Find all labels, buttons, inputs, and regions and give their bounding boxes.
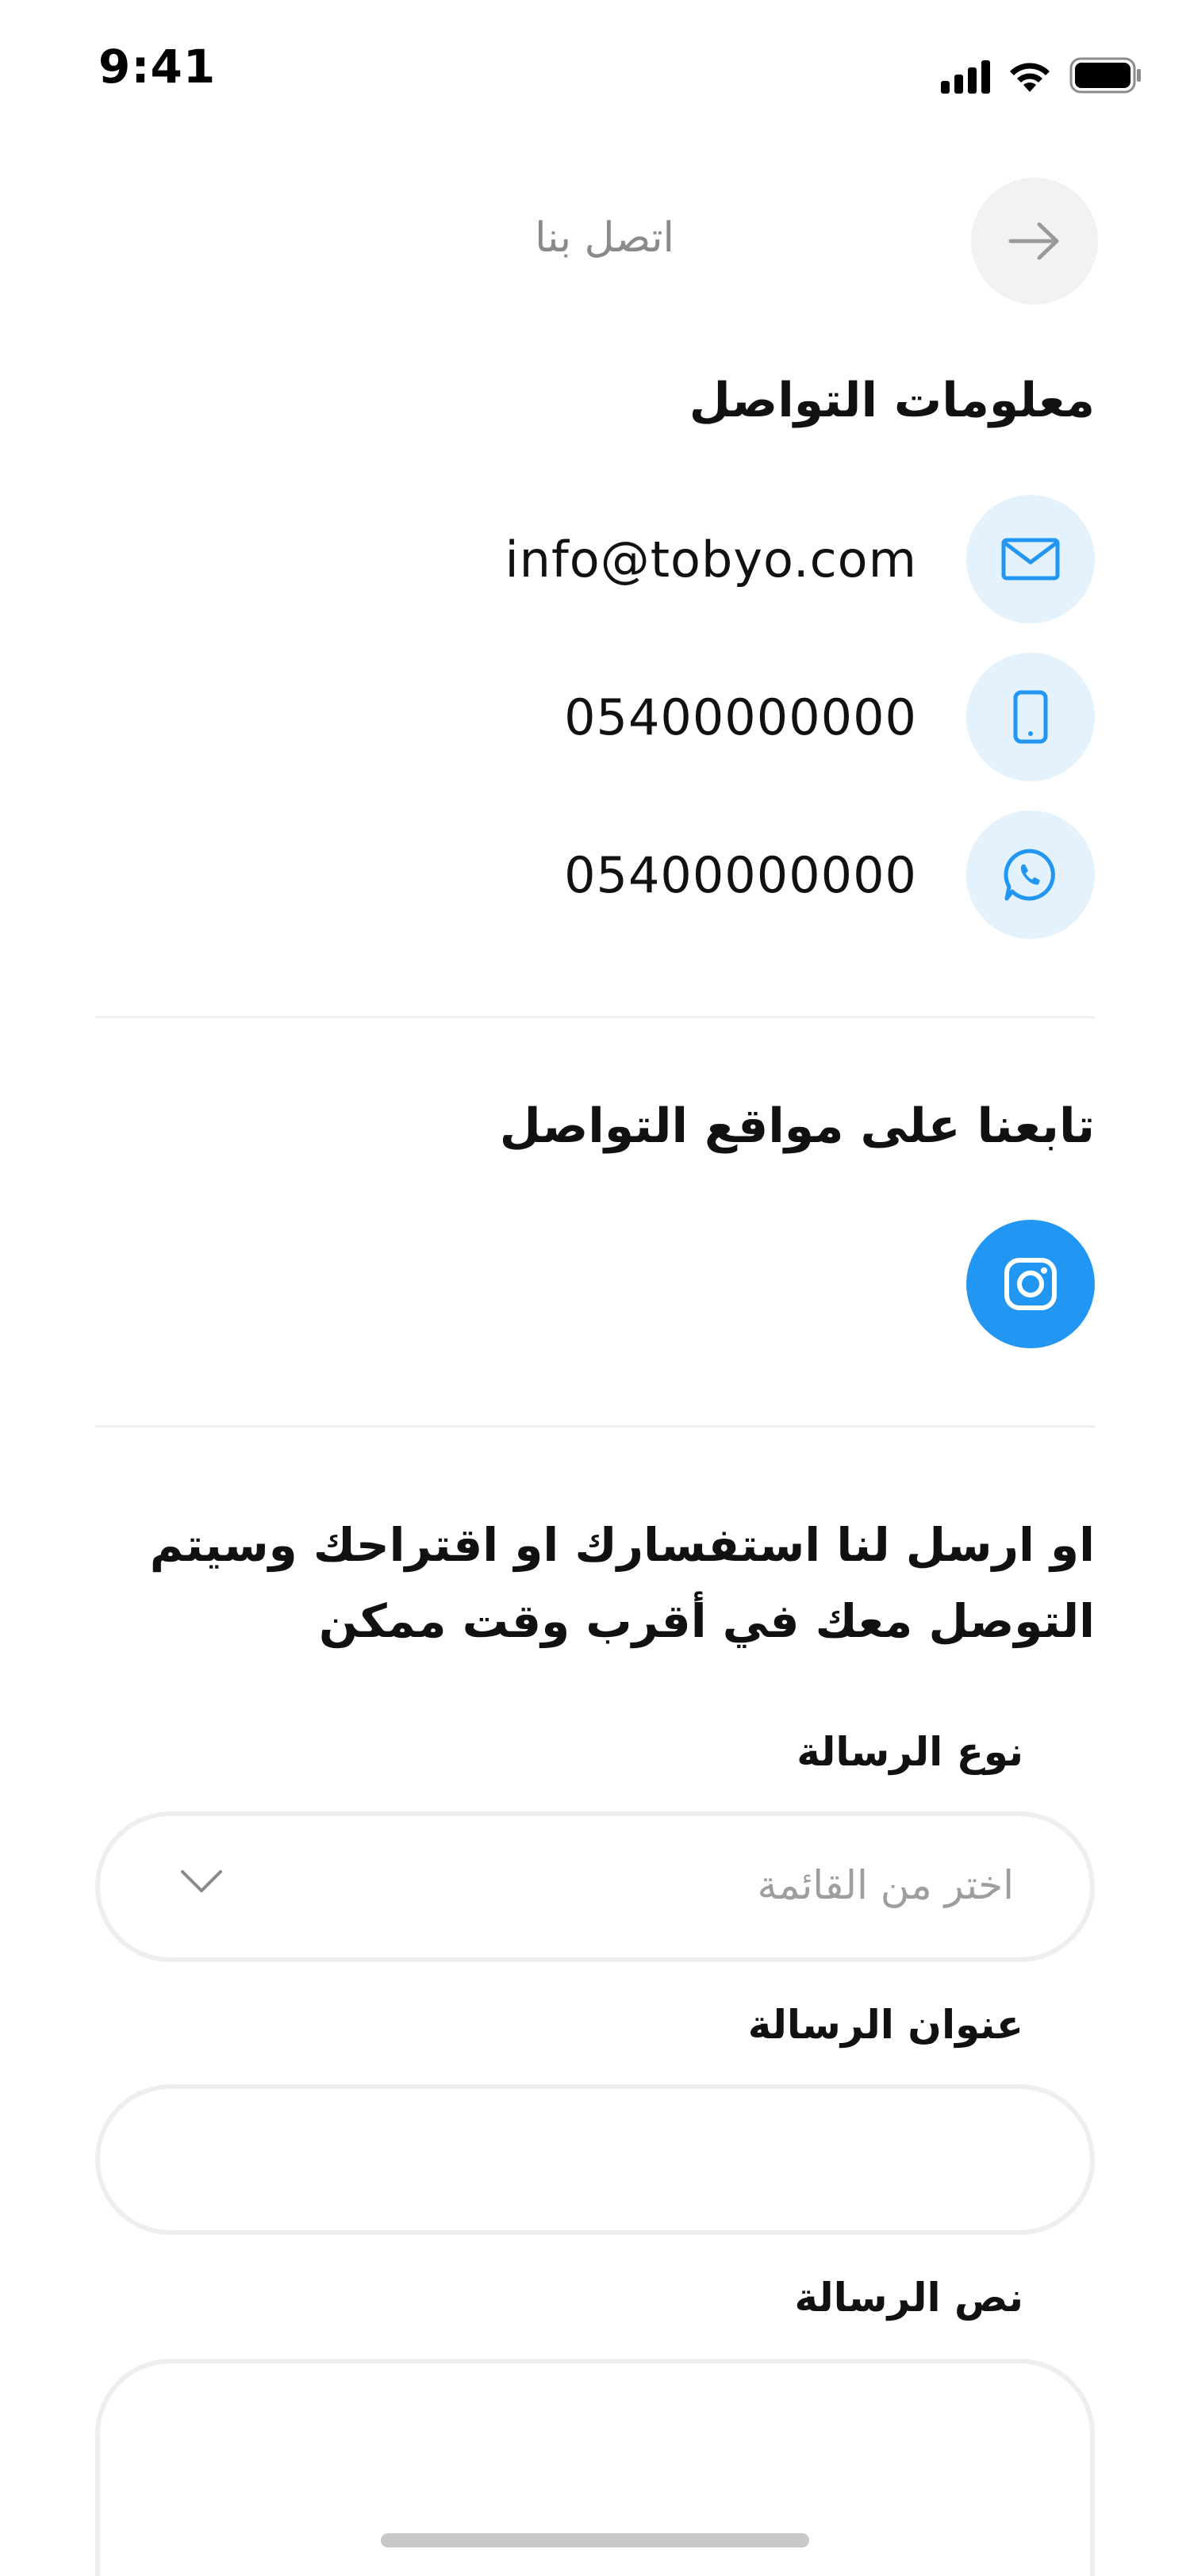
cellular-signal-icon [941, 57, 990, 94]
contact-phone-row[interactable]: 05400000000 [95, 653, 1095, 781]
instagram-icon [1004, 1258, 1057, 1310]
status-icons [941, 46, 1142, 94]
divider [95, 1016, 1095, 1018]
message-type-placeholder: اختر من القائمة [757, 1862, 1014, 1908]
message-body-label: نص الرسالة [794, 2275, 1023, 2321]
chevron-down-icon [181, 1870, 222, 1892]
social-title: تابعنا على مواقع التواصل [499, 1098, 1095, 1154]
status-bar: 9:41 [0, 0, 1190, 135]
instagram-button[interactable] [966, 1220, 1095, 1348]
contact-info-title: معلومات التواصل [689, 373, 1095, 428]
contact-whatsapp-row[interactable]: 05400000000 [95, 811, 1095, 939]
mail-icon [966, 495, 1095, 623]
contact-email: info@tobyo.com [505, 530, 917, 588]
wifi-icon [1010, 63, 1050, 92]
arrow-right-icon [1008, 222, 1059, 260]
battery-icon [1069, 57, 1141, 94]
contact-email-row[interactable]: info@tobyo.com [95, 495, 1095, 623]
phone-icon [966, 653, 1095, 781]
home-indicator [381, 2533, 809, 2547]
message-title-input[interactable] [95, 2084, 1095, 2235]
page-title: اتصل بنا [535, 214, 674, 262]
whatsapp-icon [966, 811, 1095, 939]
form-intro-text: او ارسل لنا استفسارك او اقتراحك وسيتم ال… [149, 1518, 1095, 1648]
message-title-label: عنوان الرسالة [747, 2002, 1023, 2048]
contact-whatsapp: 05400000000 [564, 845, 917, 904]
message-type-label: نوع الرسالة [797, 1729, 1023, 1775]
divider [95, 1425, 1095, 1428]
status-time: 9:41 [98, 40, 217, 94]
back-button[interactable] [971, 178, 1098, 305]
message-type-select[interactable]: اختر من القائمة [95, 1811, 1095, 1962]
contact-phone: 05400000000 [564, 688, 917, 746]
